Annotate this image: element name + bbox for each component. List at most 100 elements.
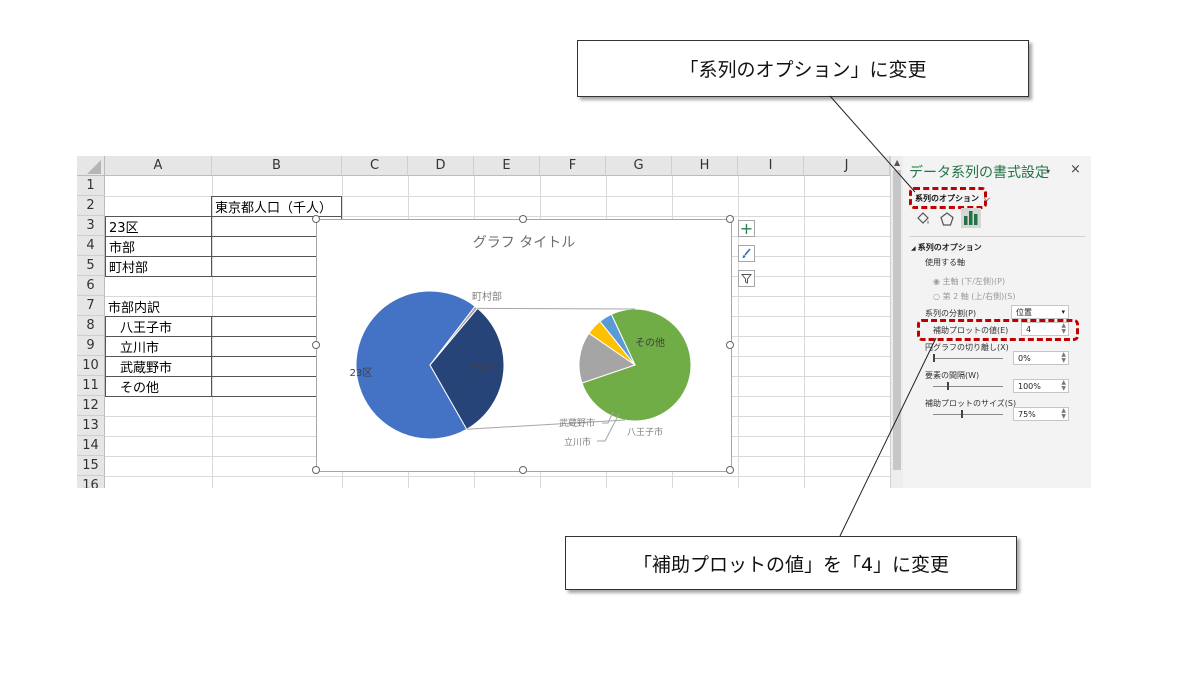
row-header-2[interactable]: 2: [77, 196, 105, 216]
column-header-g[interactable]: G: [606, 156, 672, 176]
column-header-e[interactable]: E: [474, 156, 540, 176]
slider-thumb[interactable]: [947, 382, 949, 390]
cell-a3[interactable]: 23区: [105, 216, 212, 237]
plot-values-input[interactable]: 4 ▲ ▼: [1021, 322, 1069, 336]
row-header-9[interactable]: 9: [77, 336, 105, 356]
column-header-j[interactable]: J: [804, 156, 890, 176]
row-header-12[interactable]: 12: [77, 396, 105, 416]
scrollbar-thumb[interactable]: [893, 170, 901, 470]
column-header-a[interactable]: A: [105, 156, 212, 176]
row-header-6[interactable]: 6: [77, 276, 105, 296]
spinner-icon[interactable]: ▲ ▼: [1061, 380, 1066, 392]
fill-line-tab[interactable]: [915, 211, 931, 231]
row-header-5[interactable]: 5: [77, 256, 105, 276]
series-options-dropdown[interactable]: 系列のオプション ⌵: [915, 193, 990, 204]
chart-resize-handle[interactable]: [519, 215, 527, 223]
pie-explosion-value: 0%: [1018, 353, 1031, 363]
chart-resize-handle[interactable]: [726, 466, 734, 474]
column-header-b[interactable]: B: [212, 156, 342, 176]
pie-explosion-input[interactable]: 0% ▲ ▼: [1013, 351, 1069, 365]
effects-tab[interactable]: [939, 211, 955, 231]
chart-resize-handle[interactable]: [519, 466, 527, 474]
cell-a8[interactable]: 八王子市: [105, 316, 212, 337]
cell-a7[interactable]: 市部内訳: [105, 296, 212, 316]
cell-b2[interactable]: 東京都人口（千人）: [211, 196, 342, 217]
gap-width-input[interactable]: 100% ▲ ▼: [1013, 379, 1069, 393]
column-header-c[interactable]: C: [342, 156, 408, 176]
radio-unselected-icon: ○: [933, 292, 943, 301]
column-header-d[interactable]: D: [408, 156, 474, 176]
plot-values-value: 4: [1026, 324, 1032, 334]
cell-a5[interactable]: 町村部: [105, 256, 212, 277]
row-header-8[interactable]: 8: [77, 316, 105, 336]
gridline: [105, 476, 890, 477]
row-header-16[interactable]: 16: [77, 476, 105, 488]
scroll-up-icon[interactable]: ▲: [894, 158, 900, 167]
primary-axis-radio[interactable]: ◉ 主軸 (下/左側)(P): [933, 276, 1005, 287]
chart-resize-handle[interactable]: [312, 215, 320, 223]
cell-a11[interactable]: その他: [105, 376, 212, 397]
second-plot-size-slider[interactable]: [933, 414, 1003, 415]
row-header-10[interactable]: 10: [77, 356, 105, 376]
column-header-i[interactable]: I: [738, 156, 804, 176]
pie-explosion-label: 円グラフの切り離し(X): [925, 343, 1009, 352]
row-header-3[interactable]: 3: [77, 216, 105, 236]
spinner-icon[interactable]: ▲ ▼: [1061, 352, 1066, 364]
secondary-axis-radio[interactable]: ○ 第 2 軸 (上/右側)(S): [933, 291, 1016, 302]
select-all-corner[interactable]: [77, 156, 105, 176]
second-plot-size-input[interactable]: 75% ▲ ▼: [1013, 407, 1069, 421]
row-header-4[interactable]: 4: [77, 236, 105, 256]
pane-menu-icon[interactable]: ▾: [1046, 167, 1050, 176]
row-header-15[interactable]: 15: [77, 456, 105, 476]
pane-divider: [909, 236, 1085, 237]
data-label-main-other: その他: [469, 361, 499, 374]
split-by-select[interactable]: 位置 ▾: [1011, 305, 1069, 319]
close-icon[interactable]: ×: [1070, 162, 1081, 177]
series-options-tab[interactable]: [961, 208, 981, 228]
split-by-label: 系列の分割(P): [925, 309, 977, 318]
gridline: [804, 176, 805, 488]
pie-of-pie-chart[interactable]: グラフ タイトル 町村部 23区 その他 その他 武蔵野市 立川市 八王子市: [316, 219, 732, 472]
data-label-23ku: 23区: [350, 367, 373, 379]
spinner-icon[interactable]: ▲ ▼: [1061, 323, 1066, 335]
cell-a10[interactable]: 武蔵野市: [105, 356, 212, 377]
chart-resize-handle[interactable]: [312, 341, 320, 349]
split-by-value: 位置: [1016, 307, 1032, 317]
row-header-1[interactable]: 1: [77, 176, 105, 196]
row-header-11[interactable]: 11: [77, 376, 105, 396]
pentagon-icon: [940, 212, 954, 226]
chart-resize-handle[interactable]: [726, 341, 734, 349]
pie-explosion-slider[interactable]: [933, 358, 1003, 359]
data-label-musashino: 武蔵野市: [559, 417, 595, 429]
row-header-7[interactable]: 7: [77, 296, 105, 316]
connector-line-bottom: [466, 419, 626, 430]
plot-values-label: 補助プロットの値(E): [933, 326, 1009, 335]
cell-a4[interactable]: 市部: [105, 236, 212, 257]
chevron-down-icon: ▾: [1061, 308, 1065, 316]
row-header-14[interactable]: 14: [77, 436, 105, 456]
slider-thumb[interactable]: [933, 354, 935, 362]
chart-resize-handle[interactable]: [726, 215, 734, 223]
slider-thumb[interactable]: [961, 410, 963, 418]
second-plot-size-label: 補助プロットのサイズ(S): [925, 399, 1017, 408]
vertical-scrollbar[interactable]: ▲: [890, 156, 904, 488]
pane-title: データ系列の書式設定: [909, 165, 1049, 181]
chart-resize-handle[interactable]: [312, 466, 320, 474]
data-label-town: 町村部: [472, 290, 502, 303]
column-header-f[interactable]: F: [540, 156, 606, 176]
caret-down-icon: ◢: [911, 245, 918, 252]
chart-elements-button[interactable]: +: [738, 219, 755, 238]
gap-width-label: 要素の間隔(W): [925, 371, 980, 380]
chart-styles-button[interactable]: [738, 245, 755, 262]
chart-filters-button[interactable]: [738, 270, 755, 287]
column-header-h[interactable]: H: [672, 156, 738, 176]
secondary-axis-label: 第 2 軸 (上/右側)(S): [942, 292, 1016, 301]
cell-a9[interactable]: 立川市: [105, 336, 212, 357]
plus-icon: +: [739, 219, 754, 238]
section-series-options[interactable]: ◢ 系列のオプション: [911, 242, 982, 253]
chevron-down-icon: ⌵: [983, 194, 990, 203]
spinner-icon[interactable]: ▲ ▼: [1061, 408, 1066, 420]
section-series-options-label: 系列のオプション: [917, 243, 982, 252]
gap-width-slider[interactable]: [933, 386, 1003, 387]
row-header-13[interactable]: 13: [77, 416, 105, 436]
